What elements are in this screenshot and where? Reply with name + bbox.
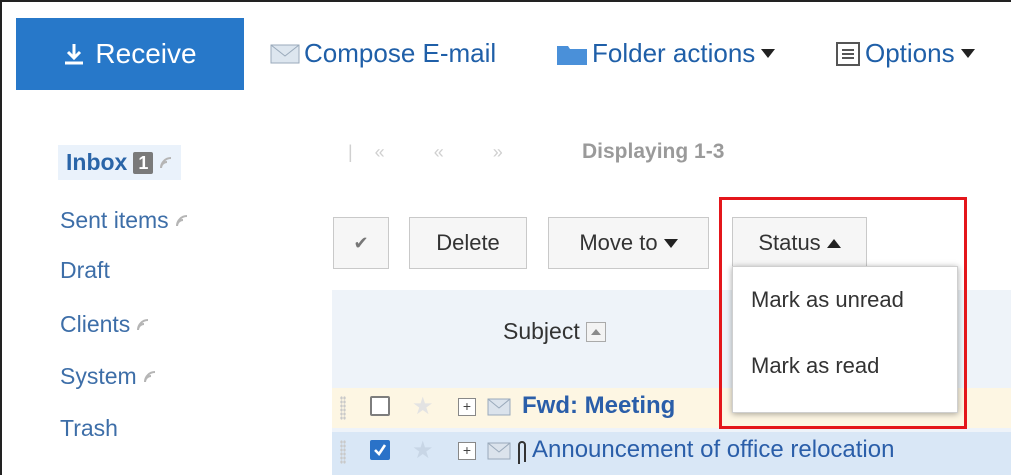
chevron-down-icon bbox=[960, 49, 975, 58]
expand-icon[interactable]: + bbox=[458, 442, 476, 460]
expand-icon[interactable]: + bbox=[458, 398, 476, 416]
delete-label: Delete bbox=[436, 230, 500, 255]
rss-icon bbox=[136, 318, 150, 332]
message-subject-link[interactable]: Announcement of office relocation bbox=[532, 436, 894, 464]
row-checkbox[interactable] bbox=[370, 440, 390, 460]
select-all-button[interactable]: ✔ bbox=[333, 217, 389, 269]
sidebar-item-trash[interactable]: Trash bbox=[60, 415, 118, 442]
chevron-down-icon bbox=[663, 238, 678, 248]
chevron-up-icon bbox=[826, 238, 841, 248]
menu-item-mark-as-read[interactable]: Mark as read bbox=[751, 353, 879, 379]
pager-status: Displaying 1-3 bbox=[582, 140, 725, 163]
envelope-icon bbox=[270, 43, 300, 65]
rss-icon bbox=[175, 214, 189, 228]
compose-email-label: Compose E-mail bbox=[304, 38, 497, 68]
folder-actions-label: Folder actions bbox=[592, 38, 756, 68]
folder-label: System bbox=[60, 363, 137, 389]
move-to-label: Move to bbox=[579, 230, 658, 255]
star-icon[interactable]: ★ bbox=[412, 392, 434, 421]
download-icon bbox=[65, 44, 84, 65]
status-dropdown-menu: Mark as unread Mark as read bbox=[732, 266, 958, 413]
sidebar-item-sent-items[interactable]: Sent items bbox=[60, 207, 189, 234]
sidebar-item-system[interactable]: System bbox=[60, 363, 157, 390]
row-checkbox[interactable] bbox=[370, 396, 390, 416]
paperclip-icon bbox=[516, 440, 528, 471]
envelope-icon bbox=[487, 442, 511, 465]
folder-label: Trash bbox=[60, 415, 118, 441]
subject-column-header[interactable]: Subject bbox=[503, 318, 606, 345]
compose-email-link[interactable]: Compose E-mail bbox=[270, 38, 496, 69]
rss-icon bbox=[143, 370, 157, 384]
menu-item-mark-as-unread[interactable]: Mark as unread bbox=[751, 287, 904, 313]
checkmark-icon: ✔ bbox=[353, 232, 369, 253]
folder-actions-menu[interactable]: Folder actions bbox=[556, 38, 776, 69]
options-menu[interactable]: Options bbox=[835, 38, 975, 69]
sidebar-item-clients[interactable]: Clients bbox=[60, 311, 150, 338]
delete-button[interactable]: Delete bbox=[409, 217, 527, 269]
folder-label: Sent items bbox=[60, 207, 169, 233]
unread-count-badge: 1 bbox=[133, 151, 154, 174]
chevron-down-icon bbox=[761, 49, 776, 58]
drag-handle-icon[interactable] bbox=[340, 440, 346, 464]
folder-label: Clients bbox=[60, 311, 131, 337]
pager-arrows[interactable]: |« « » bbox=[348, 142, 525, 163]
folder-label: Draft bbox=[60, 257, 110, 283]
list-icon bbox=[835, 41, 861, 67]
move-to-button[interactable]: Move to bbox=[548, 217, 709, 269]
drag-handle-icon[interactable] bbox=[340, 396, 346, 420]
status-button[interactable]: Status bbox=[732, 217, 867, 269]
status-label: Status bbox=[758, 230, 821, 255]
receive-button[interactable]: Receive bbox=[16, 18, 244, 90]
sort-ascending-icon[interactable] bbox=[585, 321, 606, 342]
receive-label: Receive bbox=[95, 38, 197, 69]
folder-label: Inbox bbox=[66, 149, 128, 175]
rss-icon bbox=[159, 156, 173, 170]
folder-icon bbox=[556, 42, 588, 66]
message-subject-link[interactable]: Fwd: Meeting bbox=[522, 392, 675, 420]
subject-header-label: Subject bbox=[503, 318, 580, 344]
sidebar-item-draft[interactable]: Draft bbox=[60, 257, 110, 284]
options-label: Options bbox=[865, 38, 955, 68]
sidebar-item-inbox[interactable]: Inbox 1 bbox=[58, 145, 182, 180]
envelope-icon bbox=[487, 398, 511, 421]
star-icon[interactable]: ★ bbox=[412, 436, 434, 465]
table-row[interactable]: ★ + Announcement of office relocation bbox=[332, 432, 1011, 475]
